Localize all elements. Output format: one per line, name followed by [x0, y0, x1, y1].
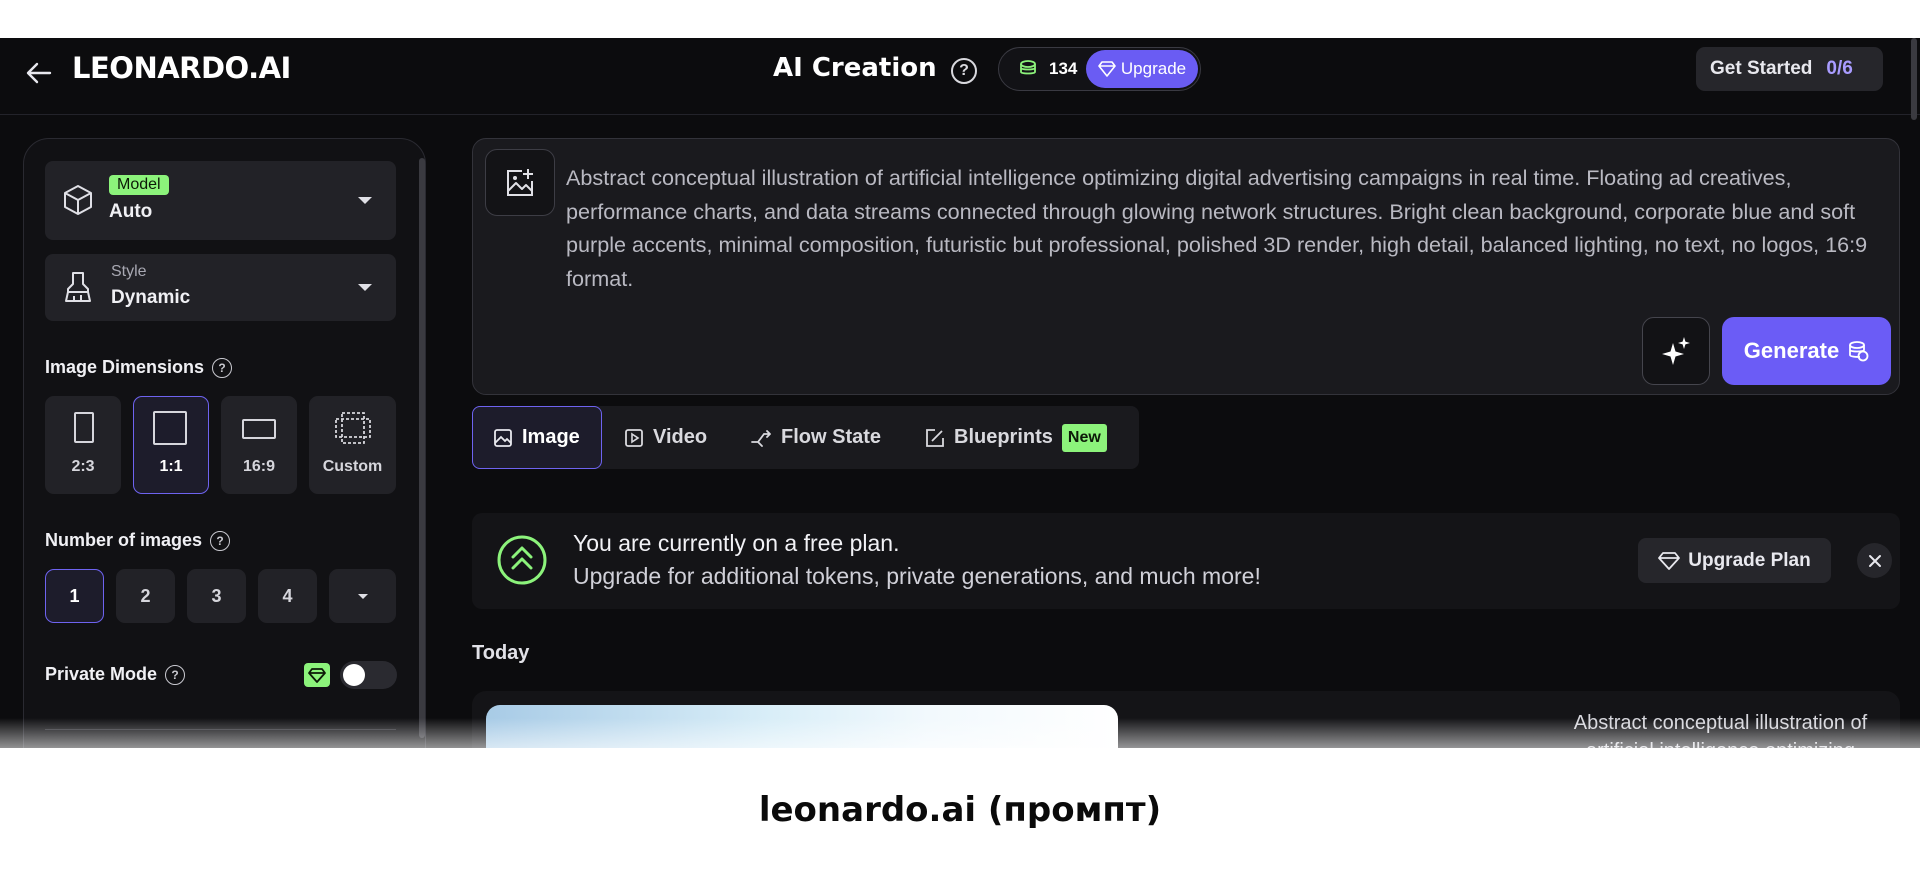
- banner-title: You are currently on a free plan.: [573, 530, 900, 556]
- prompt-input[interactable]: Abstract conceptual illustration of arti…: [566, 161, 1886, 295]
- number-of-images-heading: Number of images ?: [45, 530, 231, 551]
- blueprint-icon: [926, 428, 944, 447]
- model-tag: Model: [109, 175, 169, 195]
- get-started-button[interactable]: Get Started 0/6: [1696, 47, 1883, 91]
- back-arrow-icon[interactable]: [24, 58, 54, 88]
- sidebar-scrollbar[interactable]: [419, 158, 425, 738]
- tab-label: Blueprints: [954, 426, 1053, 448]
- get-started-label: Get Started: [1710, 58, 1813, 79]
- chevron-down-icon: [358, 284, 372, 291]
- dimension-option-1-1[interactable]: 1:1: [133, 396, 209, 494]
- image-icon: [494, 428, 512, 447]
- prompt-enhance-button[interactable]: [1642, 317, 1710, 385]
- banner-subtitle: Upgrade for additional tokens, private g…: [573, 563, 1261, 589]
- help-icon[interactable]: ?: [165, 664, 186, 685]
- chevron-down-icon: [358, 197, 372, 204]
- image-count-more-dropdown[interactable]: [329, 569, 396, 623]
- close-icon: [1868, 554, 1881, 567]
- image-count-option-1[interactable]: 1: [45, 569, 104, 623]
- free-plan-banner: You are currently on a free plan. Upgrad…: [472, 513, 1900, 609]
- settings-sidebar: Model Auto Style Dynamic Image Dimension…: [23, 138, 426, 748]
- upgrade-button[interactable]: Upgrade: [1086, 50, 1198, 88]
- image-count-option-2[interactable]: 2: [116, 569, 175, 623]
- model-value: Auto: [109, 201, 153, 222]
- tab-label: Video: [653, 426, 708, 448]
- upgrade-label: Upgrade: [1120, 59, 1187, 78]
- dimension-option-custom[interactable]: Custom: [309, 396, 396, 494]
- flow-icon: [751, 429, 771, 447]
- image-count-option-3[interactable]: 3: [187, 569, 246, 623]
- diamond-icon: [1658, 551, 1681, 570]
- coins-icon: [1020, 60, 1036, 75]
- dimension-label: 16:9: [242, 458, 276, 475]
- cube-icon: [64, 185, 92, 215]
- get-started-progress: 0/6: [1826, 58, 1853, 79]
- dimension-option-2-3[interactable]: 2:3: [45, 396, 121, 494]
- page-title: AI Creation: [773, 53, 937, 83]
- app-screenshot: LEONARDO.AI AI Creation ? 134 Upgrade Ge…: [0, 38, 1920, 748]
- mode-tabs: Image Video Flow State Blueprints New: [472, 406, 1139, 469]
- sparkle-icon: [1662, 337, 1690, 365]
- feed-section-label: Today: [472, 642, 530, 664]
- dimension-label: 1:1: [159, 458, 183, 475]
- square-shape-icon: [153, 411, 187, 445]
- upgrade-plan-label: Upgrade Plan: [1688, 549, 1811, 571]
- tab-label: Flow State: [781, 426, 882, 448]
- generate-label: Generate: [1743, 338, 1840, 363]
- premium-gem-icon: [304, 663, 330, 687]
- dimension-label: 2:3: [71, 458, 95, 475]
- private-mode-heading: Private Mode ?: [45, 664, 186, 685]
- dimension-label: Custom: [322, 458, 383, 475]
- token-count: 134: [1049, 59, 1078, 78]
- close-banner-button[interactable]: [1857, 543, 1892, 578]
- chevron-down-icon: [357, 593, 368, 599]
- help-icon[interactable]: ?: [951, 58, 977, 84]
- style-dropdown[interactable]: Style Dynamic: [45, 254, 396, 321]
- help-icon[interactable]: ?: [210, 530, 231, 551]
- token-balance: 134 Upgrade: [998, 47, 1201, 91]
- tab-flow-state[interactable]: Flow State: [750, 406, 881, 469]
- diamond-icon: [1098, 61, 1116, 77]
- style-label: Style: [111, 263, 147, 280]
- upgrade-plan-button[interactable]: Upgrade Plan: [1638, 538, 1831, 583]
- coins-icon: [1849, 341, 1869, 362]
- brush-icon: [65, 272, 91, 302]
- page-scrollbar[interactable]: [1911, 38, 1917, 120]
- toggle-knob: [343, 664, 365, 686]
- image-caption: leonardo.ai (промпт): [758, 790, 1162, 830]
- help-icon[interactable]: ?: [212, 357, 233, 378]
- top-header: LEONARDO.AI AI Creation ? 134 Upgrade Ge…: [0, 38, 1920, 115]
- private-mode-toggle[interactable]: [340, 661, 397, 689]
- model-dropdown[interactable]: Model Auto: [45, 161, 396, 240]
- portrait-shape-icon: [74, 412, 94, 443]
- dimension-option-16-9[interactable]: 16:9: [221, 396, 297, 494]
- image-plus-icon: [507, 168, 533, 196]
- private-mode-label: Private Mode: [45, 664, 158, 684]
- tab-image[interactable]: Image: [472, 406, 602, 469]
- image-count-option-4[interactable]: 4: [258, 569, 317, 623]
- add-image-prompt-button[interactable]: [485, 149, 555, 216]
- number-of-images-label: Number of images: [45, 530, 203, 550]
- prompt-box: Abstract conceptual illustration of arti…: [472, 138, 1900, 395]
- tab-video[interactable]: Video: [624, 406, 707, 469]
- tab-blueprints[interactable]: Blueprints New: [925, 406, 1107, 469]
- custom-size-icon: [335, 412, 371, 444]
- image-dimensions-label: Image Dimensions: [45, 357, 205, 377]
- video-icon: [625, 428, 643, 447]
- image-dimensions-heading: Image Dimensions ?: [45, 357, 233, 378]
- tab-label: Image: [522, 426, 580, 448]
- chevrons-up-icon: [497, 535, 547, 585]
- bottom-fade: [0, 718, 1920, 748]
- new-badge: New: [1061, 423, 1107, 452]
- landscape-shape-icon: [242, 419, 276, 439]
- generate-button[interactable]: Generate: [1722, 317, 1891, 385]
- leonardo-logo[interactable]: LEONARDO.AI: [72, 51, 291, 85]
- style-value: Dynamic: [111, 287, 191, 308]
